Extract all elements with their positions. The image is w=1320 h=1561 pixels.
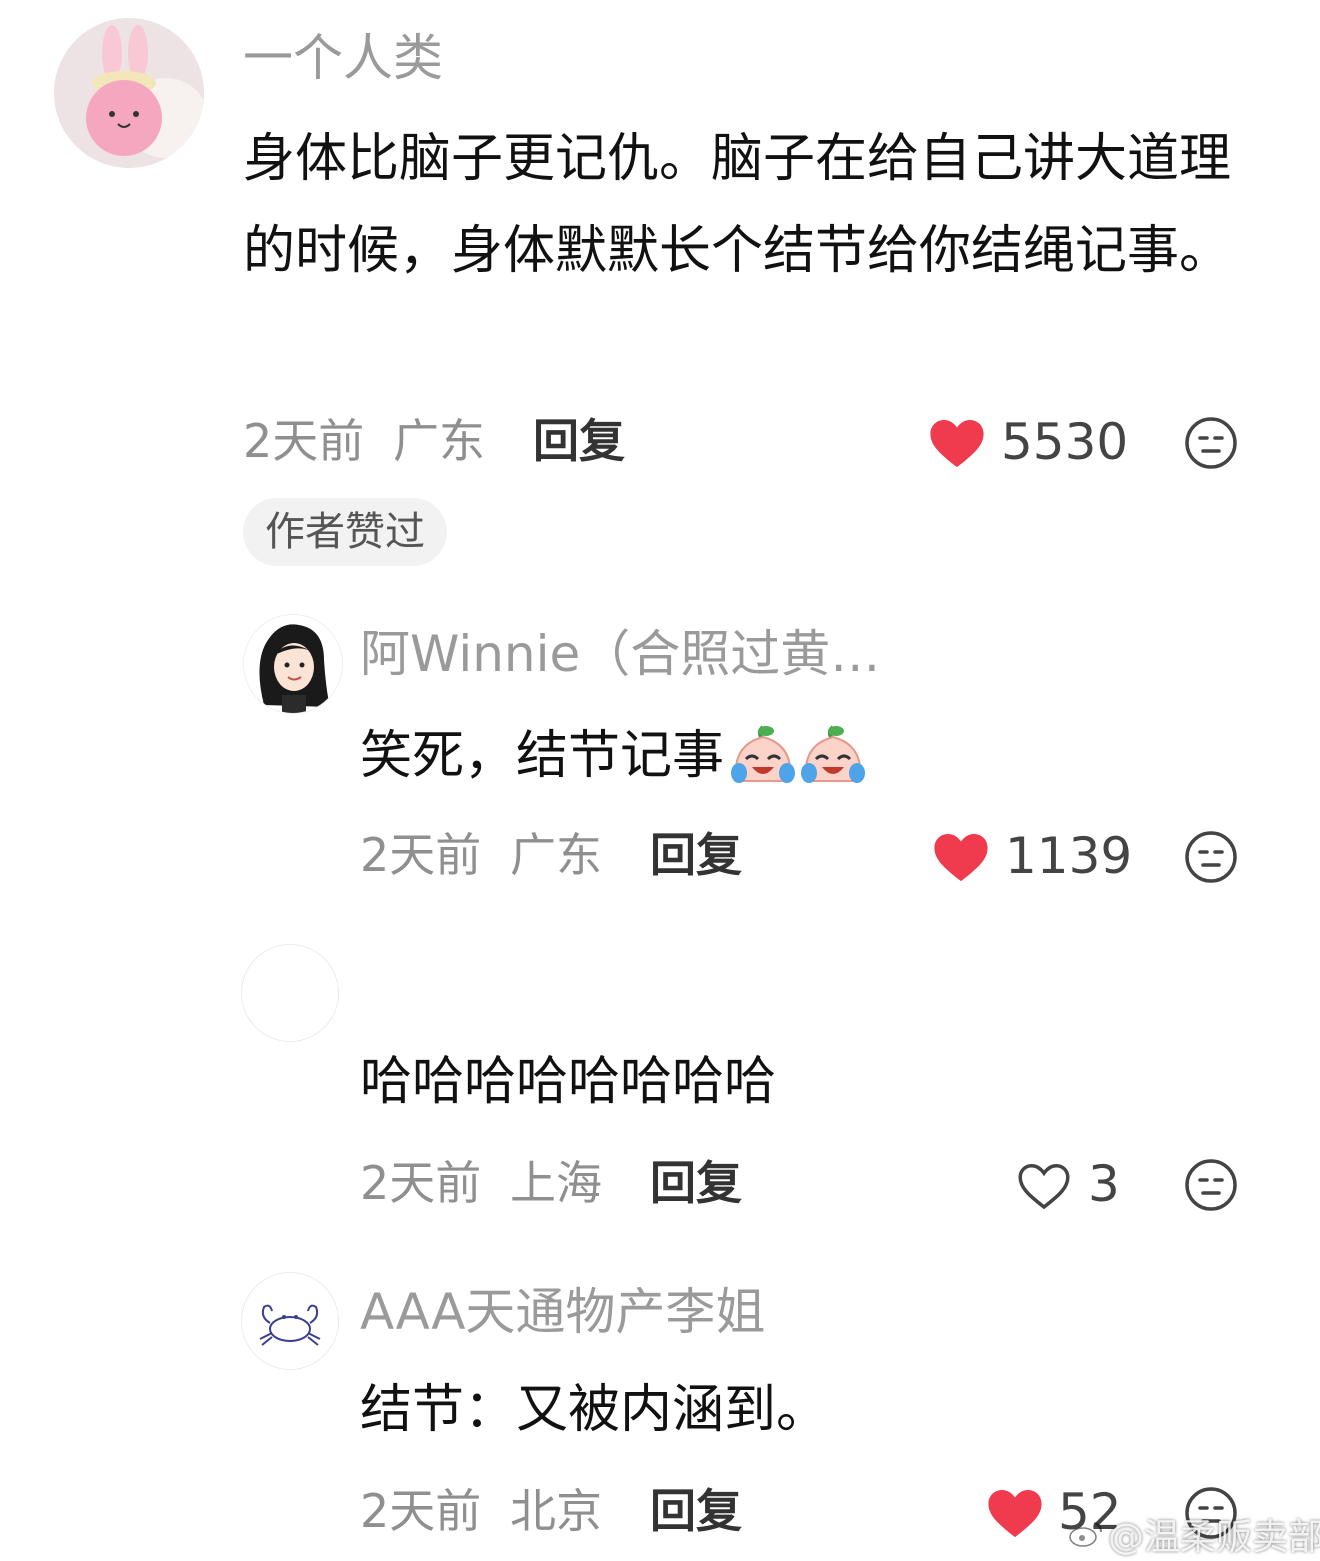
weibo-logo-icon [1069, 1522, 1102, 1547]
comment-username[interactable]: AAA天通物产李姐 [360, 1282, 765, 1342]
author-liked-badge: 作者赞过 [243, 498, 447, 566]
like-count: 5530 [1001, 413, 1129, 471]
comment-username[interactable]: 一个人类 [243, 28, 443, 88]
comment-text: 结节：又被内涵到。 [360, 1380, 829, 1440]
comment-location: 广东 [393, 414, 485, 468]
watermark-text: @温柔贩卖部 [1108, 1517, 1320, 1558]
avatar[interactable] [241, 1272, 339, 1370]
heart-filled-icon[interactable] [986, 1486, 1044, 1540]
crab-avatar-icon [242, 1273, 338, 1369]
avatar[interactable] [54, 18, 204, 168]
like-count: 1139 [1005, 827, 1133, 885]
comment-text: 笑死，结节记事 [360, 726, 725, 786]
crying-laughing-emoji-icon [731, 725, 796, 783]
heart-filled-icon[interactable] [932, 830, 990, 884]
like-count: 3 [1088, 1155, 1120, 1213]
blank-avatar-icon [242, 945, 338, 1041]
comment-location: 上海 [510, 1156, 602, 1210]
cartoon-girl-avatar-icon [244, 615, 342, 713]
reply-button[interactable]: 回复 [650, 828, 742, 883]
avatar[interactable] [243, 614, 343, 714]
comment-username[interactable]: 阿Winnie（合照过黄… [360, 624, 880, 684]
pink-bunny-avatar-icon [54, 18, 204, 168]
comment-text-row: 笑死，结节记事 [360, 710, 868, 802]
comment-text: 哈哈哈哈哈哈哈哈 [360, 1052, 777, 1112]
comment-time: 2天前 [243, 414, 365, 468]
comment-location: 广东 [510, 828, 602, 882]
comment-location: 北京 [510, 1484, 602, 1538]
reply-button[interactable]: 回复 [650, 1156, 742, 1211]
reply-button[interactable]: 回复 [650, 1484, 742, 1539]
neutral-face-icon[interactable] [1184, 830, 1238, 884]
reply-button[interactable]: 回复 [533, 414, 625, 469]
comment-text: 身体比脑子更记仇。脑子在给自己讲大道理的时候，身体默默长个结节给你结绳记事。 [243, 129, 1232, 281]
neutral-face-icon[interactable] [1184, 416, 1238, 470]
comment-time: 2天前 [360, 1156, 482, 1210]
comment-time: 2天前 [360, 828, 482, 882]
heart-filled-icon[interactable] [928, 416, 986, 470]
comment-time: 2天前 [360, 1484, 482, 1538]
avatar[interactable] [241, 944, 339, 1042]
crying-laughing-emoji-icon [801, 725, 866, 783]
neutral-face-icon[interactable] [1184, 1158, 1238, 1212]
watermark: @温柔贩卖部 [1068, 1508, 1320, 1560]
heart-outline-icon[interactable] [1016, 1160, 1072, 1212]
